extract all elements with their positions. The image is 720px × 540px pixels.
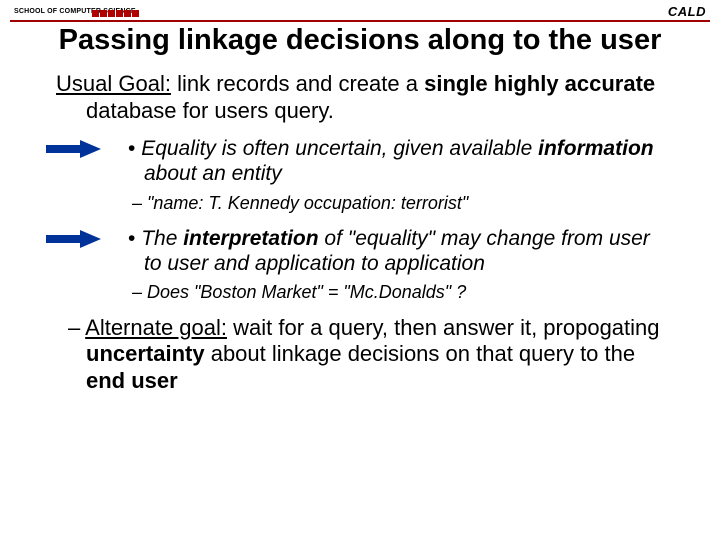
text: Equality is often uncertain, given avail… (141, 137, 538, 160)
bullet-2: • The interpretation of "equality" may c… (56, 226, 672, 276)
text: wait for a query, then answer it, propog… (227, 315, 660, 340)
bold-text: information (538, 137, 654, 160)
bold-text: end user (86, 368, 178, 393)
arrow-icon (46, 139, 102, 164)
slide-header: SCHOOL OF COMPUTER SCIENCE CALD (0, 0, 720, 20)
arrow-icon (46, 229, 102, 254)
header-rule (10, 20, 710, 22)
bold-text: uncertainty (86, 341, 205, 366)
cald-label: CALD (668, 4, 706, 19)
slide-body: Usual Goal: link records and create a si… (0, 57, 720, 394)
bullet-2-text: • The interpretation of "equality" may c… (128, 226, 672, 276)
cmu-logo (92, 4, 146, 12)
bullet-dot: • (128, 137, 141, 160)
alternate-goal-paragraph: – Alternate goal: wait for a query, then… (56, 315, 672, 394)
text: database for users query. (86, 98, 334, 123)
bullet-2-sub: – Does "Boston Market" = "Mc.Donalds" ? (56, 282, 672, 303)
dash: – (68, 315, 85, 340)
text: about an entity (144, 162, 282, 185)
text: about linkage decisions on that query to… (205, 341, 636, 366)
bullet-1: • Equality is often uncertain, given ava… (56, 136, 672, 186)
usual-goal-label: Usual Goal: (56, 71, 171, 96)
slide-title: Passing linkage decisions along to the u… (0, 24, 720, 57)
usual-goal-paragraph: Usual Goal: link records and create a si… (56, 71, 672, 124)
bold-text: interpretation (183, 227, 318, 250)
slide: SCHOOL OF COMPUTER SCIENCE CALD Passing … (0, 0, 720, 540)
text: link records and create a (171, 71, 424, 96)
bullet-1-text: • Equality is often uncertain, given ava… (128, 136, 672, 186)
alternate-goal-label: Alternate goal: (85, 315, 227, 340)
bullet-dot: • (128, 227, 141, 250)
text: The (141, 227, 183, 250)
bullet-1-sub: – "name: T. Kennedy occupation: terroris… (56, 193, 672, 214)
bold-text: single highly accurate (424, 71, 655, 96)
